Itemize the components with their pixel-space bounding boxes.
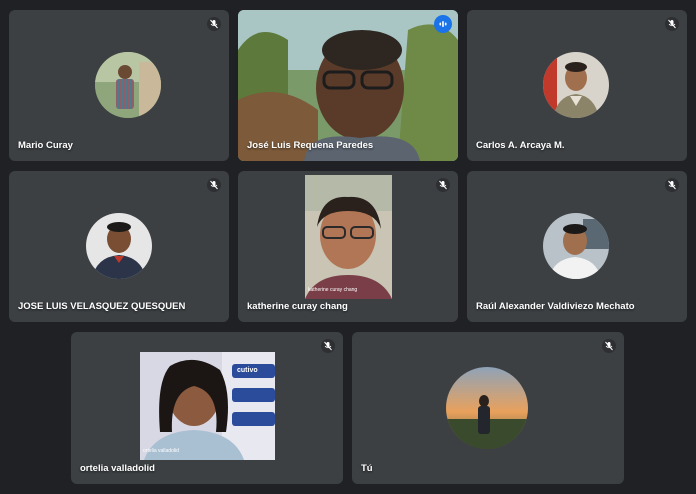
participant-name: ortelia valladolid <box>80 463 155 474</box>
mic-off-icon <box>207 178 221 192</box>
mic-off-icon <box>207 17 221 31</box>
participant-name: Carlos A. Arcaya M. <box>476 140 565 151</box>
participant-name: JOSE LUIS VELASQUEZ QUESQUEN <box>18 301 186 312</box>
participant-name: José Luis Requena Paredes <box>247 140 374 151</box>
participant-name: katherine curay chang <box>247 301 348 312</box>
participant-avatar <box>95 52 161 118</box>
participant-tile-katherine-curay[interactable]: katherine curay chang katherine curay ch… <box>238 171 458 322</box>
video-name-overlay: katherine curay chang <box>308 287 358 293</box>
participant-name: Mario Curay <box>18 140 73 151</box>
participant-tile-jose-luis-requena[interactable]: José Luis Requena Paredes <box>238 10 458 161</box>
banner-text: cutivo <box>237 367 258 374</box>
participant-video <box>238 10 458 161</box>
participant-tile-mario-curay[interactable]: Mario Curay <box>9 10 229 161</box>
mic-off-icon <box>436 178 450 192</box>
participant-video: katherine curay chang <box>305 175 392 299</box>
participant-avatar <box>86 213 152 279</box>
participant-avatar <box>446 367 528 449</box>
participant-avatar <box>543 52 609 118</box>
participant-tile-raul-valdiviezo[interactable]: Raúl Alexander Valdiviezo Mechato <box>467 171 687 322</box>
participant-avatar <box>543 213 609 279</box>
participant-name: Tú <box>361 463 373 474</box>
participant-video: cutivo ortelia valladolid <box>140 352 275 460</box>
mic-off-icon <box>665 178 679 192</box>
participant-tile-jose-luis-velasquez[interactable]: JOSE LUIS VELASQUEZ QUESQUEN <box>9 171 229 322</box>
mic-off-icon <box>602 339 616 353</box>
mic-off-icon <box>665 17 679 31</box>
video-name-overlay: ortelia valladolid <box>143 448 179 454</box>
participant-tile-carlos-arcaya[interactable]: Carlos A. Arcaya M. <box>467 10 687 161</box>
audio-levels-icon <box>434 15 452 33</box>
participant-name: Raúl Alexander Valdiviezo Mechato <box>476 301 635 312</box>
mic-off-icon <box>321 339 335 353</box>
participant-tile-ortelia-valladolid[interactable]: cutivo ortelia valladolid ortelia vallad… <box>71 332 343 484</box>
participant-tile-self[interactable]: Tú <box>352 332 624 484</box>
